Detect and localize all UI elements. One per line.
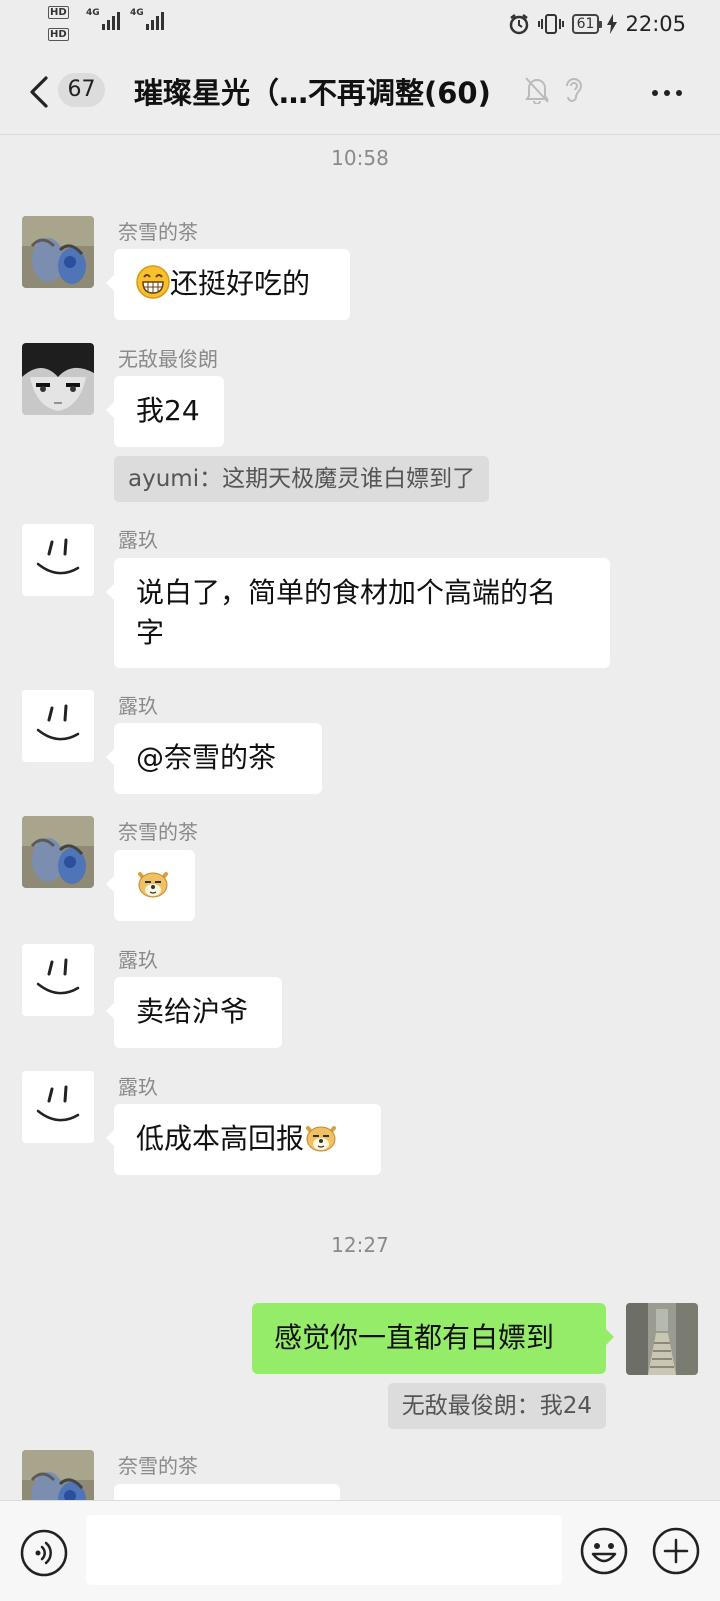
sender-name: 奈雪的茶: [118, 1454, 198, 1478]
message-bubble[interactable]: 卖给沪爷: [106, 977, 282, 1048]
avatar[interactable]: [22, 524, 94, 596]
alarm-icon: [509, 14, 528, 35]
quoted-message[interactable]: ayumi：这期天极魔灵谁白嫖到了: [114, 456, 490, 502]
signal-icon-2: [146, 12, 164, 30]
input-bar: [0, 1500, 720, 1601]
hd-label-2: HD: [48, 28, 69, 41]
message-bubble[interactable]: 还挺好吃的: [106, 249, 350, 320]
message-bubble-mine[interactable]: 感觉你一直都有白嫖到: [252, 1303, 614, 1374]
message-text-line: 字: [136, 616, 165, 649]
signal-icon: [102, 12, 120, 30]
message-bubble[interactable]: 说白了，简单的食材加个高端的名 字: [106, 558, 610, 668]
network-type-1: 4G: [86, 8, 100, 18]
plus-icon[interactable]: [652, 1527, 700, 1575]
earpiece-icon: [566, 78, 583, 102]
timestamp: 12:27: [331, 1233, 389, 1257]
avatar[interactable]: [22, 1071, 94, 1143]
sender-name: 露玖: [118, 948, 158, 972]
message-text: 还挺好吃的: [170, 267, 311, 300]
message-input[interactable]: [86, 1515, 562, 1585]
voice-icon[interactable]: [20, 1529, 68, 1577]
network-type-2: 4G: [130, 8, 144, 18]
sender-name: 露玖: [118, 694, 158, 718]
avatar[interactable]: [22, 343, 94, 415]
sender-name: 无敌最俊朗: [118, 347, 218, 371]
message-bubble[interactable]: [106, 850, 195, 921]
battery-icon: 61: [571, 14, 603, 34]
quoted-message[interactable]: 无敌最俊朗：我24: [387, 1383, 606, 1429]
chat-header: 67 璀璨星光（…不再调整(60): [0, 48, 720, 135]
sender-name: 奈雪的茶: [118, 820, 198, 844]
doge-emoji: [306, 1126, 337, 1152]
message-bubble[interactable]: 我24: [106, 376, 224, 447]
avatar[interactable]: [22, 216, 94, 288]
my-avatar[interactable]: [626, 1303, 698, 1375]
message-bubble[interactable]: 低成本高回报: [106, 1104, 381, 1175]
status-bar: HD HD 4G 4G 61 22:05: [0, 0, 720, 48]
message-text: 我24: [136, 394, 200, 427]
back-chevron-icon[interactable]: [26, 74, 56, 110]
avatar[interactable]: [22, 1450, 94, 1500]
sender-name: 奈雪的茶: [118, 220, 198, 244]
message-bubble-partial[interactable]: [114, 1484, 340, 1500]
emoji-icon[interactable]: [580, 1527, 628, 1575]
message-text: 低成本高回报: [136, 1122, 305, 1155]
avatar[interactable]: [22, 816, 94, 888]
more-icon[interactable]: [652, 90, 682, 96]
message-text: @奈雪的茶: [136, 741, 277, 774]
avatar[interactable]: [22, 690, 94, 762]
grin-emoji: [136, 265, 170, 299]
mute-bell-icon: [525, 77, 549, 104]
message-text-line: 说白了，简单的食材加个高端的名: [136, 576, 557, 609]
avatar[interactable]: [22, 944, 94, 1016]
hd-label-1: HD: [48, 6, 69, 19]
system-status: 61 22:05: [508, 10, 686, 38]
sender-name: 露玖: [118, 1075, 158, 1099]
charging-icon: [607, 14, 618, 34]
message-text: 感觉你一直都有白嫖到: [274, 1321, 555, 1354]
timestamp: 10:58: [331, 146, 389, 170]
chat-title: 璀璨星光（…不再调整(60): [134, 76, 491, 110]
unread-count-badge[interactable]: 67: [58, 73, 105, 107]
message-text: 卖给沪爷: [136, 995, 249, 1028]
clock: 22:05: [625, 12, 686, 36]
network-status: HD HD 4G 4G: [48, 4, 178, 46]
doge-emoji: [138, 872, 168, 898]
sender-name: 露玖: [118, 528, 158, 552]
message-bubble[interactable]: @奈雪的茶: [106, 723, 322, 794]
vibrate-icon: [537, 14, 564, 34]
